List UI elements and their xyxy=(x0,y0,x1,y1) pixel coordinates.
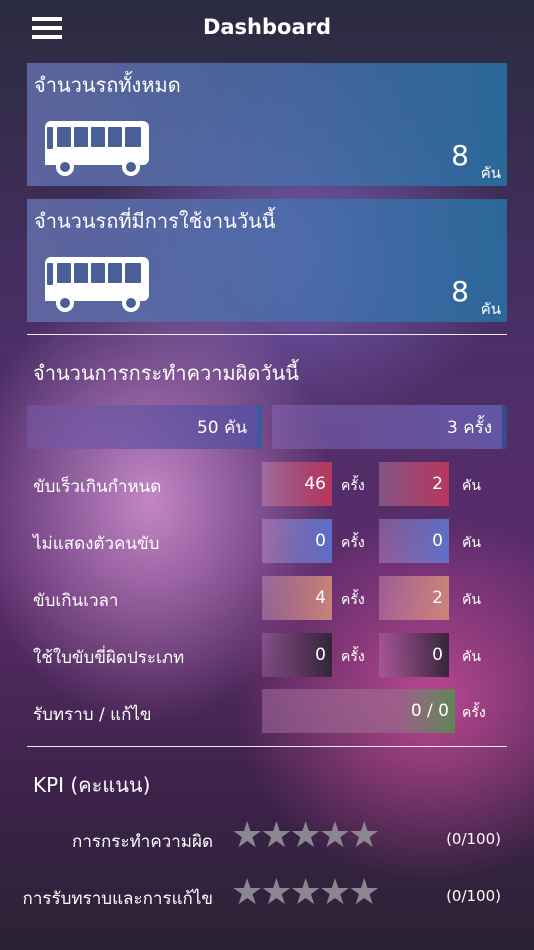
card-label: จำนวนรถที่มีการใช้งานวันนี้ xyxy=(34,209,276,233)
active-vehicles-count: 8 xyxy=(451,275,469,308)
kpi-score-violations: (0/100) xyxy=(446,830,501,848)
star-rating-icon: ★★★★★ xyxy=(231,815,380,856)
card-unit: คัน xyxy=(480,300,501,318)
acknowledge-value[interactable]: 0 / 0 xyxy=(262,689,455,733)
violation-label-overtime: ขับเกินเวลา xyxy=(33,591,119,611)
divider xyxy=(27,746,507,747)
acknowledge-label: รับทราบ / แก้ไข xyxy=(33,705,152,725)
total-vehicles-card[interactable]: จำนวนรถทั้งหมด 8 คัน xyxy=(27,63,507,186)
card-unit: คัน xyxy=(480,164,501,182)
no-driver-id-times-value[interactable]: 0 xyxy=(262,519,332,563)
kpi-score-acknowledge: (0/100) xyxy=(446,887,501,905)
overtime-vehicles-value[interactable]: 2 xyxy=(379,576,449,620)
no-driver-id-vehicles-value[interactable]: 0 xyxy=(379,519,449,563)
kpi-label-acknowledge: การรับทราบและการแก้ไข xyxy=(22,889,213,909)
speeding-vehicles-value[interactable]: 2 xyxy=(379,462,449,506)
times-unit: ครั้ง xyxy=(341,592,365,608)
divider xyxy=(27,334,507,335)
violation-label-wrong-license: ใช้ใบขับขี่ผิดประเภท xyxy=(33,648,185,668)
total-vehicles-count: 8 xyxy=(451,139,469,172)
times-unit: ครั้ง xyxy=(341,649,365,665)
kpi-label-violations: การกระทำความผิด xyxy=(72,832,213,852)
vehicle-unit: คัน xyxy=(462,535,481,551)
bus-icon xyxy=(45,121,149,176)
wrong-license-times-value[interactable]: 0 xyxy=(262,633,332,677)
overtime-times-value[interactable]: 4 xyxy=(262,576,332,620)
app-header: Dashboard xyxy=(0,0,534,56)
page-title: Dashboard xyxy=(202,15,332,39)
active-vehicles-card[interactable]: จำนวนรถที่มีการใช้งานวันนี้ 8 คัน xyxy=(27,199,507,322)
vehicle-unit: คัน xyxy=(462,592,481,608)
violation-label-no-driver-id: ไม่แสดงตัวคนขับ xyxy=(33,534,160,554)
times-unit: ครั้ง xyxy=(341,478,365,494)
violation-times-summary[interactable]: 3 ครั้ง xyxy=(272,405,507,449)
wrong-license-vehicles-value[interactable]: 0 xyxy=(379,633,449,677)
card-label: จำนวนรถทั้งหมด xyxy=(34,73,181,97)
star-rating-icon: ★★★★★ xyxy=(231,872,380,913)
vehicle-unit: คัน xyxy=(462,478,481,494)
times-unit: ครั้ง xyxy=(462,705,486,721)
violation-label-speeding: ขับเร็วเกินกำหนด xyxy=(33,477,162,497)
violations-title: จำนวนการกระทำความผิดวันนี้ xyxy=(33,361,299,385)
vehicle-unit: คัน xyxy=(462,649,481,665)
violation-vehicles-summary[interactable]: 50 คัน xyxy=(27,405,262,449)
times-unit: ครั้ง xyxy=(341,535,365,551)
kpi-title: KPI (คะแนน) xyxy=(33,773,151,797)
speeding-times-value[interactable]: 46 xyxy=(262,462,332,506)
bus-icon xyxy=(45,257,149,312)
